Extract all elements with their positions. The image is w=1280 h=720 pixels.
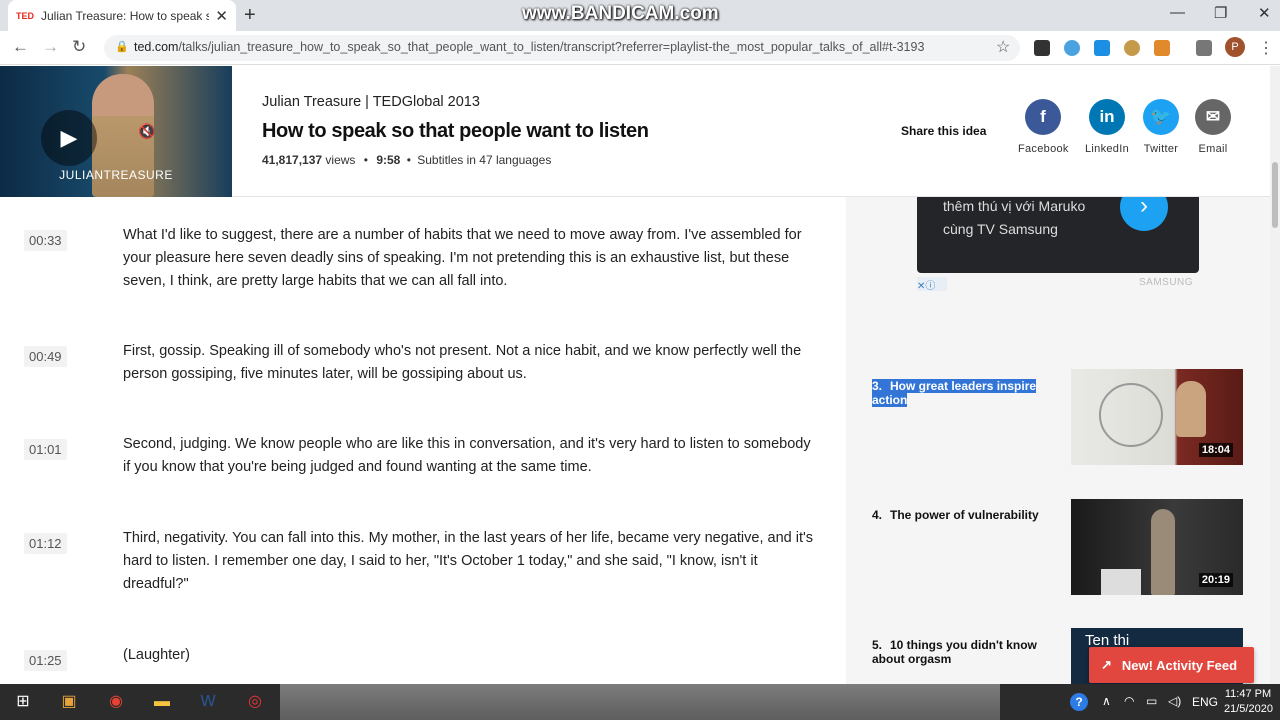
minimize-button[interactable]: —	[1170, 4, 1185, 21]
lock-icon: 🔒	[115, 41, 129, 53]
ad-brand: SAMSUNG	[1139, 277, 1194, 288]
ad-text: thêm thú vị với Maruko cùng TV Samsung	[943, 198, 1086, 237]
video-speaker-label: JULIANTREASURE	[59, 168, 173, 182]
subtitles-info[interactable]: Subtitles in 47 languages	[417, 153, 551, 167]
tab-title: Julian Treasure: How to speak so that pe…	[41, 8, 210, 23]
talk-title: How to speak so that people want to list…	[262, 120, 649, 142]
cookie-icon[interactable]	[1124, 40, 1140, 56]
wifi-icon[interactable]: ◠	[1124, 694, 1134, 708]
play-icon[interactable]: ▶	[41, 110, 97, 166]
timestamp-link[interactable]: 00:33	[24, 230, 67, 251]
windows-taskbar: ⊞ ▣ ◉ ▬ W ◎ ? ∧ ◠ ▭ ◁) ENG 11:47 PM 21/5…	[0, 684, 1280, 720]
droplet-icon[interactable]	[1094, 40, 1110, 56]
transcript-text[interactable]: Third, negativity. You can fall into thi…	[123, 527, 823, 596]
bookmark-star-icon[interactable]: ☆	[996, 37, 1010, 57]
bandicam-record-icon[interactable]: ◎	[232, 684, 278, 720]
talk-header: ▶ 🔇 JULIANTREASURE Julian Treasure | TED…	[0, 66, 1270, 197]
facebook-icon: f	[1025, 99, 1061, 135]
samsung-ad[interactable]: thêm thú vị với Maruko cùng TV Samsung ›	[917, 197, 1199, 273]
puzzle-icon[interactable]	[1154, 40, 1170, 56]
speaker-figure	[1151, 509, 1175, 595]
document-icon[interactable]	[1034, 40, 1050, 56]
activity-feed-label: New! Activity Feed	[1121, 657, 1238, 673]
thumbnail-duration: 20:19	[1198, 573, 1233, 587]
share-linkedin-button[interactable]: in LinkedIn	[1082, 99, 1132, 155]
close-window-button[interactable]: ✕	[1258, 4, 1271, 22]
speaker-figure	[1176, 381, 1206, 437]
new-tab-button[interactable]: +	[244, 4, 256, 27]
timestamp-link[interactable]: 01:01	[24, 439, 67, 460]
tray-chevron-icon[interactable]: ∧	[1102, 694, 1111, 708]
windows-start-icon[interactable]: ⊞	[0, 684, 46, 720]
thumbnail-duration: 18:04	[1198, 443, 1233, 457]
share-label: Share this idea	[901, 124, 987, 138]
url-host: ted.com	[134, 40, 179, 54]
file-explorer-icon[interactable]: ▬	[139, 684, 185, 720]
timestamp-link[interactable]: 00:49	[24, 346, 67, 367]
browser-tab[interactable]: TED Julian Treasure: How to speak so tha…	[8, 0, 236, 31]
view-count: 41,817,137	[262, 153, 323, 167]
browser-toolbar: ← → ↻ 🔒 ted.com/talks/julian_treasure_ho…	[0, 31, 1280, 65]
whiteboard-circle	[1099, 383, 1163, 447]
address-bar[interactable]: 🔒 ted.com/talks/julian_treasure_how_to_s…	[104, 35, 1020, 61]
page-scrollbar[interactable]	[1270, 66, 1280, 684]
word-icon[interactable]: W	[185, 684, 231, 720]
talk-duration: 9:58	[376, 153, 401, 167]
playlist-item-title[interactable]: 4. The power of vulnerability	[872, 508, 1062, 522]
video-player[interactable]: ▶ 🔇 JULIANTREASURE	[0, 66, 232, 197]
language-indicator[interactable]: ENG	[1192, 695, 1218, 709]
target-icon[interactable]	[1064, 40, 1080, 56]
sidebar: thêm thú vị với Maruko cùng TV Samsung ›…	[846, 197, 1270, 684]
share-facebook-button[interactable]: f Facebook	[1018, 99, 1068, 155]
mute-icon[interactable]: 🔇	[138, 123, 155, 140]
media-icon[interactable]	[1196, 40, 1212, 56]
ad-choices-icon[interactable]: ✕ⓘ	[917, 277, 947, 292]
transcript-text[interactable]: Second, judging. We know people who are …	[123, 433, 813, 479]
playlist-item-title[interactable]: 3. How great leaders inspire action	[872, 379, 1062, 407]
system-clock[interactable]: 11:47 PM 21/5/2020	[1224, 687, 1273, 717]
transcript-text[interactable]: (Laughter)	[123, 644, 813, 667]
talk-meta: 41,817,137 views • 9:58 • Subtitles in 4…	[262, 153, 552, 167]
email-icon: ✉	[1195, 99, 1231, 135]
media-player-icon[interactable]: ▣	[46, 684, 92, 720]
back-arrow-icon[interactable]: ←	[12, 37, 29, 57]
playlist-thumbnail[interactable]: 20:19	[1071, 499, 1243, 595]
share-twitter-button[interactable]: 🐦 Twitter	[1136, 99, 1186, 155]
activity-feed-button[interactable]: ↗ New! Activity Feed	[1089, 647, 1254, 683]
speaker-event: Julian Treasure | TEDGlobal 2013	[262, 94, 480, 110]
volume-icon[interactable]: ◁)	[1168, 694, 1181, 708]
stage-letters	[1101, 569, 1141, 595]
browser-tab-bar: TED Julian Treasure: How to speak so tha…	[0, 0, 1280, 31]
restore-button[interactable]: ❐	[1214, 4, 1227, 22]
tab-close-icon[interactable]: ✕	[215, 7, 228, 25]
browser-menu-icon[interactable]: ⋮	[1258, 38, 1274, 58]
chrome-icon[interactable]: ◉	[93, 684, 139, 720]
twitter-icon: 🐦	[1143, 99, 1179, 135]
trending-icon: ↗	[1101, 657, 1112, 672]
linkedin-icon: in	[1089, 99, 1125, 135]
url-path: /talks/julian_treasure_how_to_speak_so_t…	[178, 40, 925, 54]
reload-icon[interactable]: ↻	[72, 37, 86, 57]
battery-icon[interactable]: ▭	[1146, 694, 1157, 708]
transcript-text[interactable]: What I'd like to suggest, there are a nu…	[123, 224, 813, 293]
transcript-panel: 00:33 What I'd like to suggest, there ar…	[0, 197, 846, 684]
ted-favicon-icon: TED	[16, 10, 34, 21]
taskbar-background	[280, 684, 1000, 720]
playlist-thumbnail[interactable]: 18:04	[1071, 369, 1243, 465]
timestamp-link[interactable]: 01:12	[24, 533, 67, 554]
timestamp-link[interactable]: 01:25	[24, 650, 67, 671]
transcript-text[interactable]: First, gossip. Speaking ill of somebody …	[123, 340, 813, 386]
recording-watermark: www.BANDICAM.com	[522, 3, 719, 24]
share-email-button[interactable]: ✉ Email	[1188, 99, 1238, 155]
playlist-item-title[interactable]: 5. 10 things you didn't know about orgasm	[872, 638, 1062, 666]
scrollbar-thumb[interactable]	[1272, 162, 1278, 228]
forward-arrow-icon[interactable]: →	[42, 37, 59, 57]
profile-avatar[interactable]: P	[1225, 37, 1245, 57]
views-label: views	[325, 153, 356, 167]
help-icon[interactable]: ?	[1070, 693, 1088, 711]
